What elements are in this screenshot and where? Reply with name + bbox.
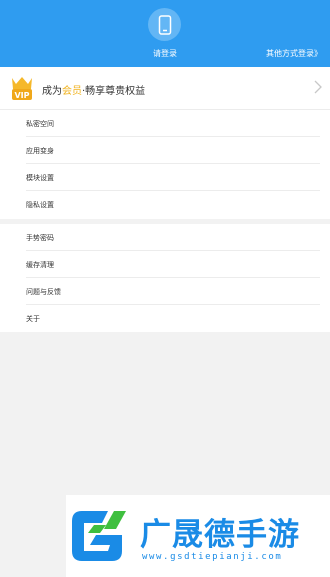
menu-item-gesture-password[interactable]: 手势密码 <box>0 224 330 251</box>
menu-item-label: 缓存清理 <box>26 260 54 269</box>
chevron-right-icon <box>314 80 322 94</box>
watermark-url: www.gsdtiepianji.com <box>142 552 283 562</box>
menu-group-1: 私密空间 应用变身 模块设置 隐私设置 <box>0 110 330 219</box>
menu-item-module-settings[interactable]: 模块设置 <box>0 164 330 191</box>
menu-item-about[interactable]: 关于 <box>0 305 330 332</box>
menu-item-label: 隐私设置 <box>26 200 54 209</box>
phone-icon <box>158 14 171 35</box>
menu-item-privacy-settings[interactable]: 隐私设置 <box>0 191 330 218</box>
other-login-link[interactable]: 其他方式登录》 <box>266 48 322 59</box>
vip-text-suffix: ·畅享尊贵权益 <box>82 86 146 97</box>
menu-item-label: 关于 <box>26 314 40 323</box>
menu-item-private-space[interactable]: 私密空间 <box>0 110 330 137</box>
menu-item-label: 模块设置 <box>26 173 54 182</box>
vip-text: 成为会员·畅享尊贵权益 <box>42 82 145 97</box>
watermark-title: 广晟德手游 <box>140 517 300 553</box>
menu-item-label: 应用变身 <box>26 146 54 155</box>
vip-text-highlight: 会员 <box>62 86 82 97</box>
menu-item-clear-cache[interactable]: 缓存清理 <box>0 251 330 278</box>
menu-item-label: 问题与反馈 <box>26 287 61 296</box>
watermark-logo-icon <box>72 511 126 561</box>
menu-item-feedback[interactable]: 问题与反馈 <box>0 278 330 305</box>
avatar[interactable] <box>148 8 181 41</box>
vip-banner[interactable]: VIP 成为会员·畅享尊贵权益 <box>0 67 330 110</box>
app-header: 请登录 其他方式登录》 <box>0 0 330 67</box>
menu-item-label: 手势密码 <box>26 233 54 242</box>
crown-icon: VIP <box>12 77 32 100</box>
menu-item-label: 私密空间 <box>26 119 54 128</box>
vip-badge-text: VIP <box>14 91 29 100</box>
menu-item-app-disguise[interactable]: 应用变身 <box>0 137 330 164</box>
menu-group-2: 手势密码 缓存清理 问题与反馈 关于 <box>0 224 330 332</box>
vip-text-prefix: 成为 <box>42 86 62 97</box>
watermark: 广晟德手游 www.gsdtiepianji.com <box>66 495 330 577</box>
